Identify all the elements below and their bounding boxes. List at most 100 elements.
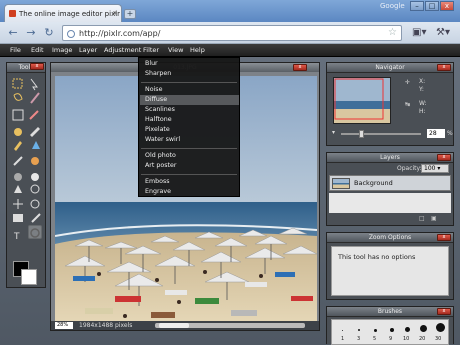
brush-5[interactable] [374, 329, 377, 332]
filter-halftone[interactable]: Halftone [145, 116, 172, 123]
new-tab-button[interactable]: + [124, 9, 136, 19]
layers-close-button[interactable]: x [437, 154, 451, 161]
brush-10[interactable] [405, 327, 410, 332]
brush-size-label: 30 [435, 336, 442, 342]
zoom-options-close-button[interactable]: x [437, 234, 451, 241]
browser-toolbar: ← → ↻ http://pixlr.com/app/ ☆ ▣▾ ⚒▾ [0, 22, 460, 44]
layers-list-empty [329, 193, 451, 213]
brush-size-label: 20 [419, 336, 426, 342]
layers-panel: Layers x Opacity: 100 ▾ Background □ ▣ [326, 152, 454, 226]
page-icon [67, 30, 75, 38]
menu-image[interactable]: Image [52, 46, 72, 54]
layers-header: Layers [327, 153, 453, 163]
filter-diffuse[interactable]: Diffuse [145, 96, 167, 103]
navigator-title: Navigator [375, 64, 405, 71]
background-color-swatch[interactable] [21, 269, 37, 285]
nav-h-label: H: [419, 108, 426, 115]
tools-close-button[interactable]: x [30, 63, 44, 70]
canvas-zoom-field[interactable]: 28% [55, 322, 73, 329]
screen: The online image editor pixlr x + Google… [0, 0, 460, 345]
page-menu-icon[interactable]: ▣▾ [412, 27, 426, 38]
new-layer-icon[interactable]: □ [419, 215, 425, 222]
zoom-options-message: This tool has no options [338, 253, 416, 261]
menu-view[interactable]: View [168, 46, 183, 54]
menu-file[interactable]: File [10, 46, 21, 54]
filter-art-poster[interactable]: Art poster [145, 162, 176, 169]
menu-separator [141, 148, 237, 149]
google-label: Google [380, 2, 405, 10]
reload-icon[interactable]: ↻ [42, 26, 56, 40]
crosshair-icon: ✛ [405, 79, 411, 86]
zoom-options-header: Zoom Options [327, 233, 453, 243]
layer-name: Background [354, 179, 393, 187]
tool-grid: T [12, 77, 46, 261]
menu-adjustment[interactable]: Adjustment [104, 46, 141, 54]
filter-old-photo[interactable]: Old photo [145, 152, 176, 159]
back-icon[interactable]: ← [6, 26, 20, 40]
navigator-zoom-input[interactable]: 28 [427, 129, 445, 138]
zoom-slider[interactable] [341, 130, 421, 138]
brush-size-label: 1 [341, 336, 345, 342]
tab-title: The online image editor pixlr [19, 10, 121, 18]
filter-sharpen[interactable]: Sharpen [145, 70, 171, 77]
navigator-preview-image [334, 78, 390, 123]
brush-9[interactable] [390, 328, 394, 332]
menu-separator [141, 82, 237, 83]
zoom-options-title: Zoom Options [368, 234, 412, 241]
menu-filter[interactable]: Filter [143, 46, 159, 54]
opacity-label: Opacity: [397, 165, 422, 172]
brush-1[interactable] [342, 330, 343, 331]
delete-layer-icon[interactable]: ▣ [431, 215, 437, 222]
svg-text:T: T [13, 232, 20, 242]
canvas-close-button[interactable]: x [293, 64, 307, 71]
brush-size-label: 5 [373, 336, 377, 342]
canvas-horizontal-scrollbar[interactable] [155, 323, 305, 328]
filter-noise[interactable]: Noise [145, 86, 162, 93]
layer-row-background[interactable]: Background [329, 175, 451, 191]
dimensions-icon: ↹ [405, 101, 411, 108]
browser-tab[interactable]: The online image editor pixlr x [4, 4, 122, 22]
zoom-slider-knob[interactable] [359, 130, 364, 138]
address-bar[interactable]: http://pixlr.com/app/ ☆ [62, 25, 402, 41]
app-menubar: File Edit Image Layer Adjustment Filter … [0, 44, 460, 57]
brush-20[interactable] [420, 325, 427, 332]
layer-thumbnail [332, 178, 350, 189]
filter-pixelate[interactable]: Pixelate [145, 126, 170, 133]
opacity-select[interactable]: 100 ▾ [421, 164, 449, 173]
filter-dropdown-menu: Blur Sharpen Noise Diffuse Scanlines Hal… [138, 57, 240, 197]
brush-30[interactable] [436, 323, 445, 332]
filter-engrave[interactable]: Engrave [145, 188, 171, 195]
brushes-header: Brushes [327, 307, 453, 317]
minimize-button[interactable]: – [410, 1, 424, 11]
tab-close-icon[interactable]: x [113, 9, 117, 17]
filter-emboss[interactable]: Emboss [145, 178, 170, 185]
close-window-button[interactable]: x [440, 1, 454, 11]
bookmark-star-icon[interactable]: ☆ [388, 27, 397, 38]
scrollbar-thumb[interactable] [159, 323, 189, 328]
navigator-header: Navigator [327, 63, 453, 73]
filter-water-swirl[interactable]: Water swirl [145, 136, 180, 143]
menu-separator [141, 174, 237, 175]
nav-x-label: X: [419, 78, 426, 85]
maximize-button[interactable]: □ [425, 1, 439, 11]
menu-layer[interactable]: Layer [79, 46, 97, 54]
wrench-icon[interactable]: ⚒▾ [436, 27, 450, 38]
brushes-close-button[interactable]: x [437, 308, 451, 315]
menu-edit[interactable]: Edit [31, 46, 44, 54]
nav-w-label: W: [419, 100, 427, 107]
menu-help[interactable]: Help [190, 46, 205, 54]
brush-3[interactable] [358, 329, 360, 331]
browser-titlebar: The online image editor pixlr x + Google… [0, 0, 460, 22]
layers-title: Layers [380, 154, 400, 161]
brush-size-label: 3 [357, 336, 361, 342]
navigator-thumbnail[interactable] [333, 77, 391, 124]
filter-scanlines[interactable]: Scanlines [145, 106, 175, 113]
zoom-percent-label: % [447, 130, 453, 137]
navigator-close-button[interactable]: x [437, 64, 451, 71]
zoom-tool-button[interactable] [28, 225, 42, 239]
filter-blur[interactable]: Blur [145, 60, 158, 67]
zoom-out-icon[interactable]: ▾ [332, 129, 335, 136]
forward-icon[interactable]: → [24, 26, 38, 40]
brush-size-label: 9 [389, 336, 393, 342]
tools-panel: Tools T [6, 62, 46, 288]
